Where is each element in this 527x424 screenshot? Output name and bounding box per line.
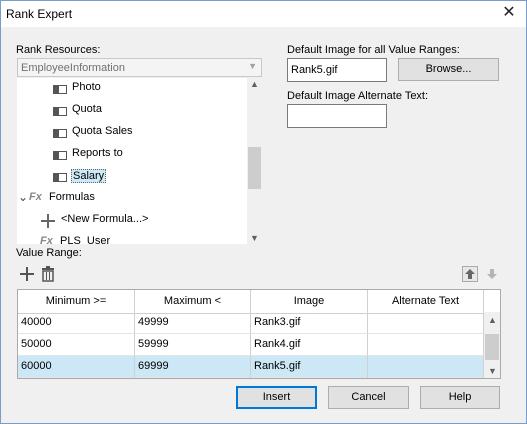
tree-item-formulas[interactable]: ⌄ Fx Formulas [17,189,245,209]
close-icon[interactable]: ✕ [500,4,518,22]
combo-value: EmployeeInformation [21,62,125,74]
tree-item-salary[interactable]: Salary [17,167,245,187]
cell-maximum[interactable]: 49999 [135,312,251,334]
cell-alternate-text[interactable] [368,334,484,356]
tree-item-pls-user[interactable]: Fx PLS_User [17,233,245,244]
resource-tree[interactable]: Photo Quota Quota Sales Reports to Salar… [17,78,262,244]
value-range-table[interactable]: Minimum >= Maximum < Image Alternate Tex… [17,289,501,379]
table-scrollbar[interactable]: ▲ ▼ [484,312,500,378]
value-range-label: Value Range: [16,247,82,259]
scroll-up-icon[interactable]: ▲ [250,79,259,89]
column-header-image[interactable]: Image [251,290,368,314]
column-header-alternate-text[interactable]: Alternate Text [368,290,484,314]
field-icon [53,85,67,94]
formula-icon: Fx [29,191,42,203]
rank-resources-label: Rank Resources: [16,44,101,56]
tree-item-photo[interactable]: Photo [17,79,245,99]
column-header-minimum[interactable]: Minimum >= [18,290,135,314]
cell-maximum[interactable]: 59999 [135,334,251,356]
cell-minimum[interactable]: 40000 [18,312,135,334]
default-image-label: Default Image for all Value Ranges: [287,44,460,56]
scroll-thumb[interactable] [248,147,261,189]
tree-item-label: Reports to [72,147,123,159]
formula-icon: Fx [40,235,53,244]
chevron-down-icon: ▼ [248,61,257,71]
move-up-icon[interactable] [462,266,478,282]
alt-text-field[interactable] [287,104,387,128]
cell-maximum[interactable]: 69999 [135,356,251,378]
tree-item-label: Quota Sales [72,125,133,137]
default-image-value: Rank5.gif [291,64,338,76]
tree-item-label: <New Formula...> [61,213,149,225]
default-image-field[interactable]: Rank5.gif [287,58,387,82]
scroll-up-icon[interactable]: ▲ [488,315,497,325]
tree-scrollbar[interactable]: ▲ ▼ [247,78,262,244]
tree-item-reports-to[interactable]: Reports to [17,145,245,165]
field-icon [53,151,67,160]
tree-item-label: PLS_User [60,235,111,244]
tree-item-label: Formulas [49,191,95,203]
rank-expert-dialog: Rank Expert ✕ Rank Resources: EmployeeIn… [0,0,527,424]
cell-alternate-text[interactable] [368,312,484,334]
alt-text-label: Default Image Alternate Text: [287,90,429,102]
tree-item-label: Photo [72,81,101,93]
title-bar: Rank Expert ✕ [1,1,526,27]
field-icon [53,107,67,116]
insert-button[interactable]: Insert [236,386,317,409]
field-icon [53,129,67,138]
tree-item-label: Quota [72,103,102,115]
scroll-thumb[interactable] [485,334,499,360]
delete-icon[interactable] [40,266,56,282]
tree-item-label: Salary [71,169,107,183]
cell-minimum[interactable]: 60000 [18,356,135,378]
rank-resources-combo[interactable]: EmployeeInformation ▼ [17,58,262,77]
cell-image[interactable]: Rank3.gif [251,312,368,334]
browse-button[interactable]: Browse... [398,58,499,81]
move-down-icon[interactable] [484,266,500,282]
field-icon [53,173,67,182]
column-header-maximum[interactable]: Maximum < [135,290,251,314]
scroll-down-icon[interactable]: ▼ [250,233,259,243]
help-button[interactable]: Help [420,386,500,409]
cell-image[interactable]: Rank4.gif [251,334,368,356]
scroll-down-icon[interactable]: ▼ [488,366,497,376]
dialog-title: Rank Expert [6,7,73,21]
cancel-button[interactable]: Cancel [328,386,409,409]
add-icon[interactable] [19,266,35,282]
cell-minimum[interactable]: 50000 [18,334,135,356]
tree-item-quota-sales[interactable]: Quota Sales [17,123,245,143]
plus-icon [41,214,55,228]
chevron-down-icon[interactable]: ⌄ [18,190,28,204]
cell-alternate-text[interactable] [368,356,484,378]
tree-item-quota[interactable]: Quota [17,101,245,121]
cell-image[interactable]: Rank5.gif [251,356,368,378]
tree-item-new-formula[interactable]: <New Formula...> [17,211,245,231]
